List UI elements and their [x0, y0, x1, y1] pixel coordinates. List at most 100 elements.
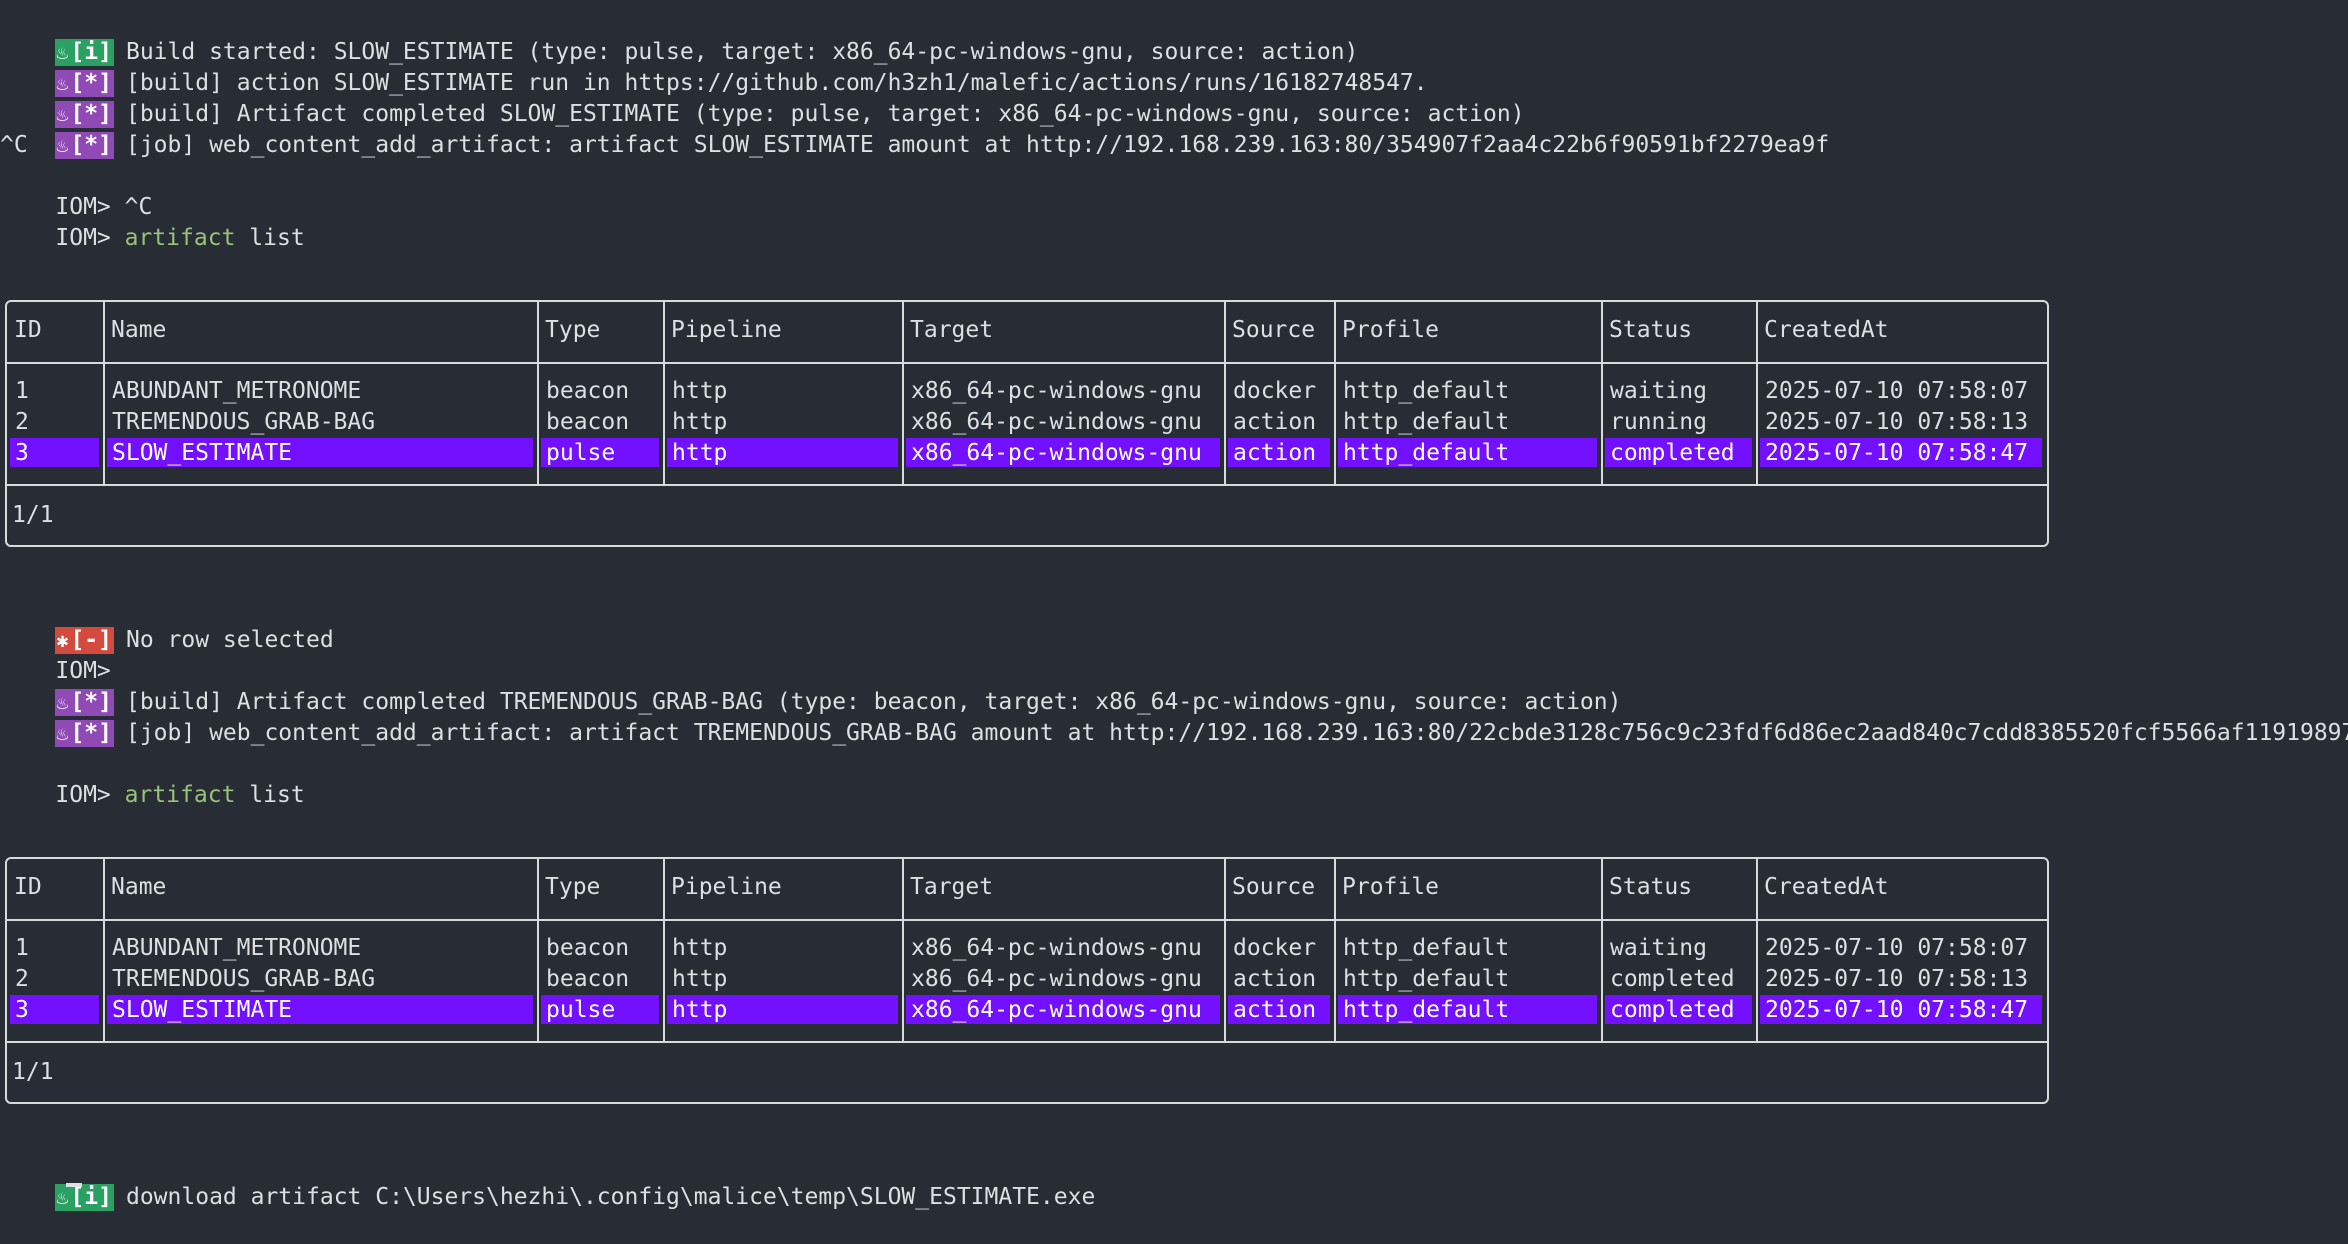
table-cell[interactable]: http_default: [1338, 407, 1597, 436]
fire-icon: ♨: [56, 721, 69, 745]
command-name: artifact: [124, 225, 236, 251]
table-cell-selected[interactable]: http_default: [1338, 438, 1597, 467]
column-header[interactable]: Pipeline: [666, 872, 901, 902]
table-cell[interactable]: beacon: [541, 376, 659, 405]
table-cell[interactable]: http: [667, 376, 898, 405]
log-tag: ♨[*]: [55, 720, 114, 747]
table-cell[interactable]: beacon: [541, 407, 659, 436]
column-header[interactable]: Profile: [1337, 315, 1600, 345]
column-divider: [1601, 859, 1603, 1042]
table-cell-selected[interactable]: action: [1228, 438, 1330, 467]
artifact-table[interactable]: ID Name Type Pipeline Target Source Profile Sta…: [5, 300, 2049, 547]
column-header[interactable]: Source: [1227, 315, 1333, 345]
table-cell[interactable]: http_default: [1338, 933, 1597, 962]
table-cell[interactable]: http: [667, 933, 898, 962]
table-cell[interactable]: 1: [10, 933, 99, 962]
table-cell-selected[interactable]: x86_64-pc-windows-gnu: [906, 438, 1220, 467]
table-cell-selected[interactable]: pulse: [541, 995, 659, 1024]
column-divider: [902, 859, 904, 1042]
artifact-table[interactable]: ID Name Type Pipeline Target Source Profile Sta…: [5, 857, 2049, 1104]
fire-icon: ♨: [56, 1185, 69, 1209]
table-cell[interactable]: http: [667, 964, 898, 993]
table-cell-selected[interactable]: SLOW_ESTIMATE: [107, 438, 533, 467]
table-cell-selected[interactable]: http: [667, 995, 898, 1024]
table-cell-selected[interactable]: 2025-07-10 07:58:47: [1760, 438, 2042, 467]
column-header[interactable]: ID: [9, 872, 102, 902]
column-header[interactable]: Status: [1604, 315, 1755, 345]
fire-icon: ♨: [56, 133, 69, 157]
column-header[interactable]: ID: [9, 315, 102, 345]
command-name: artifact: [124, 782, 236, 808]
column-header[interactable]: Source: [1227, 872, 1333, 902]
table-cell[interactable]: action: [1228, 407, 1330, 436]
table-cell-selected[interactable]: http: [667, 438, 898, 467]
column-header[interactable]: CreatedAt: [1759, 872, 2045, 902]
table-cell[interactable]: waiting: [1605, 933, 1752, 962]
table-cell-selected[interactable]: SLOW_ESTIMATE: [107, 995, 533, 1024]
column-header[interactable]: Target: [905, 315, 1223, 345]
column-divider: [537, 302, 539, 485]
table-cell[interactable]: completed: [1605, 964, 1752, 993]
column-divider: [1756, 302, 1758, 485]
table-cell[interactable]: http: [667, 407, 898, 436]
column-divider: [1224, 302, 1226, 485]
table-cell[interactable]: http_default: [1338, 376, 1597, 405]
column-header[interactable]: CreatedAt: [1759, 315, 2045, 345]
table-cell[interactable]: x86_64-pc-windows-gnu: [906, 407, 1220, 436]
log-tag: ♨[*]: [55, 132, 114, 159]
column-divider: [1334, 302, 1336, 485]
table-cell[interactable]: 2025-07-10 07:58:13: [1760, 964, 2042, 993]
table-cell[interactable]: ABUNDANT_METRONOME: [107, 376, 533, 405]
column-header[interactable]: Pipeline: [666, 315, 901, 345]
table-cell-selected[interactable]: completed: [1605, 438, 1752, 467]
column-header[interactable]: Name: [106, 872, 536, 902]
table-cell[interactable]: x86_64-pc-windows-gnu: [906, 933, 1220, 962]
log-line: ♨[i] download artifact C:\Users\hezhi\.co…: [55, 1184, 1096, 1211]
prompt: IOM>: [55, 225, 111, 251]
table-cell[interactable]: running: [1605, 407, 1752, 436]
table-cell[interactable]: 2: [10, 407, 99, 436]
table-cell-selected[interactable]: pulse: [541, 438, 659, 467]
table-cell[interactable]: action: [1228, 964, 1330, 993]
table-cell[interactable]: 2025-07-10 07:58:13: [1760, 407, 2042, 436]
command-arg: list: [249, 225, 305, 251]
table-cell[interactable]: docker: [1228, 376, 1330, 405]
table-cell[interactable]: beacon: [541, 964, 659, 993]
log-line: ♨[*] [build] Artifact completed TREMENDOU…: [55, 689, 1622, 716]
table-cell[interactable]: ABUNDANT_METRONOME: [107, 933, 533, 962]
table-cell-selected[interactable]: x86_64-pc-windows-gnu: [906, 995, 1220, 1024]
table-cell[interactable]: beacon: [541, 933, 659, 962]
column-divider: [663, 302, 665, 485]
table-cell[interactable]: x86_64-pc-windows-gnu: [906, 376, 1220, 405]
table-cell[interactable]: x86_64-pc-windows-gnu: [906, 964, 1220, 993]
log-tag: ♨[i]: [55, 1184, 114, 1211]
prompt-line: IOM> artifact list: [0, 749, 304, 808]
terminal-cursor: [66, 1183, 82, 1187]
column-header[interactable]: Type: [540, 872, 662, 902]
table-cell[interactable]: 2025-07-10 07:58:07: [1760, 376, 2042, 405]
column-header[interactable]: Status: [1604, 872, 1755, 902]
table-cell[interactable]: waiting: [1605, 376, 1752, 405]
table-cell[interactable]: TREMENDOUS_GRAB-BAG: [107, 964, 533, 993]
table-cell-selected[interactable]: action: [1228, 995, 1330, 1024]
table-cell[interactable]: TREMENDOUS_GRAB-BAG: [107, 407, 533, 436]
table-cell[interactable]: 1: [10, 376, 99, 405]
table-cell[interactable]: 2: [10, 964, 99, 993]
column-divider: [103, 859, 105, 1042]
table-cell-selected[interactable]: 3: [10, 995, 99, 1024]
table-cell-selected[interactable]: 2025-07-10 07:58:47: [1760, 995, 2042, 1024]
table-cell[interactable]: docker: [1228, 933, 1330, 962]
column-divider: [902, 302, 904, 485]
prompt-line: IOM> artifact list: [0, 192, 304, 251]
column-header[interactable]: Target: [905, 872, 1223, 902]
column-header[interactable]: Profile: [1337, 872, 1600, 902]
row-separator: [7, 919, 2047, 921]
column-divider: [1756, 859, 1758, 1042]
table-cell-selected[interactable]: 3: [10, 438, 99, 467]
column-header[interactable]: Name: [106, 315, 536, 345]
table-cell[interactable]: http_default: [1338, 964, 1597, 993]
column-header[interactable]: Type: [540, 315, 662, 345]
table-cell-selected[interactable]: http_default: [1338, 995, 1597, 1024]
table-cell[interactable]: 2025-07-10 07:58:07: [1760, 933, 2042, 962]
table-cell-selected[interactable]: completed: [1605, 995, 1752, 1024]
